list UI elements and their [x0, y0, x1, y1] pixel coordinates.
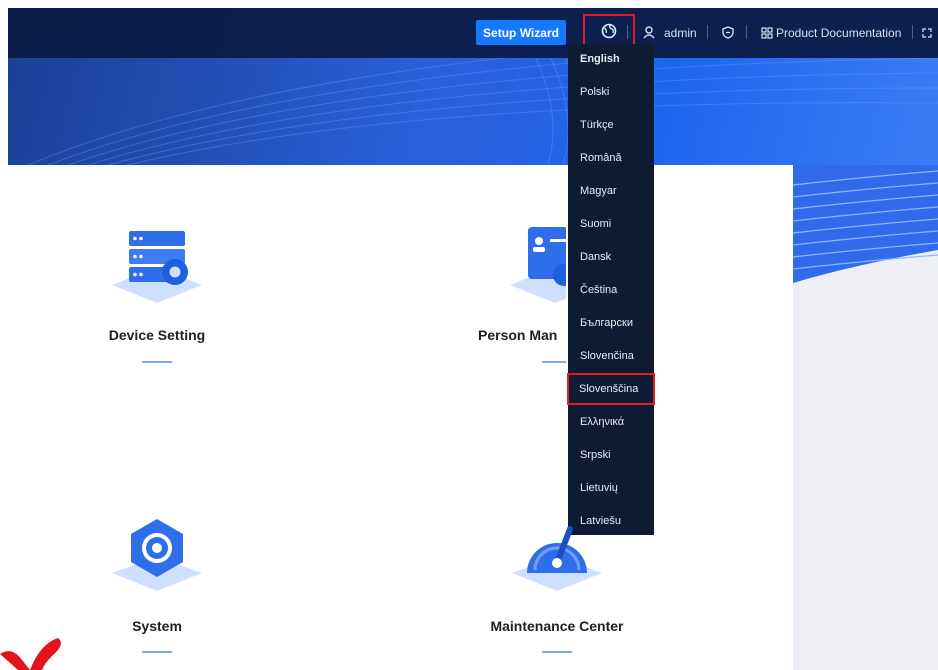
- red-ribbon-decoration: [0, 638, 61, 670]
- device-setting-title: Device Setting: [108, 327, 206, 343]
- user-name: admin: [664, 25, 697, 40]
- grid-icon: [761, 26, 773, 39]
- setup-wizard-button[interactable]: Setup Wizard: [476, 20, 566, 45]
- product-documentation-link[interactable]: Product Documentation: [761, 20, 901, 45]
- language-dropdown: English Polski Türkçe Română Magyar Suom…: [567, 44, 655, 535]
- language-option-slovenscina[interactable]: Slovenščina: [567, 373, 655, 405]
- separator: [912, 25, 913, 39]
- right-panel-stripes: [793, 165, 938, 283]
- fullscreen-button[interactable]: [922, 20, 932, 45]
- language-option-romana[interactable]: Română: [568, 145, 654, 171]
- card-underline: [142, 361, 172, 363]
- system-title: System: [132, 618, 182, 634]
- language-option-slovencina[interactable]: Slovenčina: [568, 343, 654, 369]
- language-option-magyar[interactable]: Magyar: [568, 178, 654, 204]
- language-option-cestina[interactable]: Čeština: [568, 277, 654, 303]
- language-option-ellinika[interactable]: Ελληνικά: [568, 409, 654, 435]
- language-option-turkce[interactable]: Türkçe: [568, 112, 654, 138]
- system-gear-icon: [112, 519, 202, 591]
- separator: [627, 25, 628, 39]
- device-setting-icon: [112, 231, 202, 303]
- user-account-menu[interactable]: admin: [643, 20, 697, 45]
- security-button[interactable]: [722, 20, 734, 45]
- user-icon: [643, 26, 655, 39]
- fullscreen-icon: [922, 27, 932, 38]
- maintenance-gauge-icon: [512, 526, 602, 591]
- person-management-icon: [510, 227, 566, 303]
- card-underline: [142, 651, 172, 653]
- language-option-suomi[interactable]: Suomi: [568, 211, 654, 237]
- language-option-srpski[interactable]: Srpski: [568, 442, 654, 468]
- maintenance-center-title: Maintenance Center: [490, 618, 624, 634]
- language-option-balgarski[interactable]: Български: [568, 310, 654, 336]
- globe-icon: [601, 23, 617, 39]
- system-card[interactable]: System: [57, 515, 257, 653]
- language-option-dansk[interactable]: Dansk: [568, 244, 654, 270]
- maintenance-center-card[interactable]: Maintenance Center: [457, 515, 657, 653]
- person-management-card[interactable]: Person Man: [478, 225, 566, 363]
- shield-icon: [722, 26, 734, 39]
- card-underline: [542, 361, 566, 363]
- device-setting-card[interactable]: Device Setting: [57, 225, 257, 363]
- language-option-polski[interactable]: Polski: [568, 79, 654, 105]
- language-option-lietuviu[interactable]: Lietuvių: [568, 475, 654, 501]
- product-documentation-label: Product Documentation: [776, 25, 902, 40]
- separator: [746, 25, 747, 39]
- person-management-title: Person Man: [478, 327, 558, 343]
- language-option-english[interactable]: English: [568, 46, 654, 72]
- separator: [707, 25, 708, 39]
- card-underline: [542, 651, 572, 653]
